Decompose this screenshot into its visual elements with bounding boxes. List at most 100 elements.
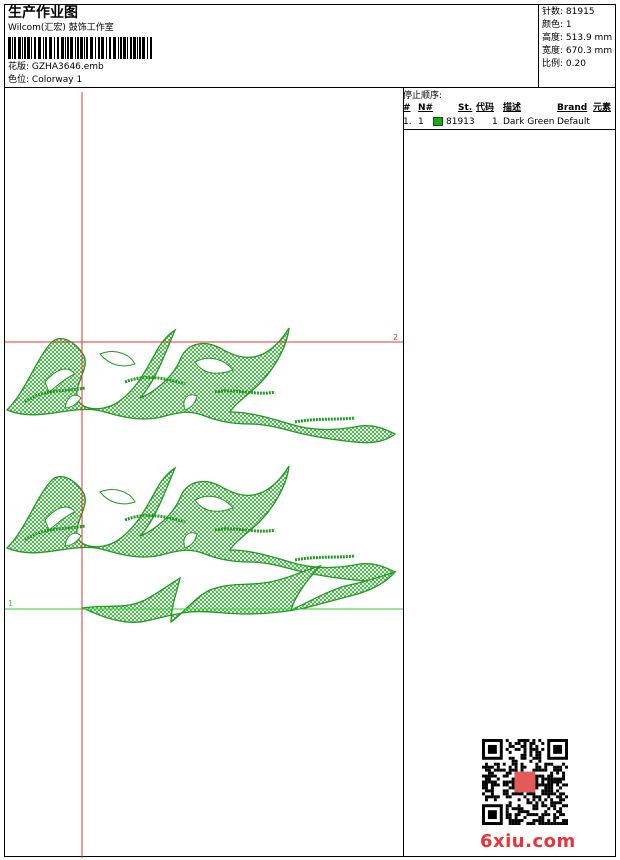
qr-module	[484, 783, 488, 787]
qr-module	[562, 777, 566, 781]
barcode-bar	[49, 37, 52, 59]
qr-module	[544, 786, 548, 790]
qr-module	[541, 792, 545, 796]
qr-module	[547, 783, 551, 787]
qr-module	[517, 813, 521, 817]
qr-module	[535, 801, 539, 805]
qr-module	[511, 807, 515, 811]
qr-module	[553, 780, 557, 784]
qr-module	[490, 780, 494, 784]
qr-module	[547, 792, 551, 796]
qr-module	[490, 771, 494, 775]
qr-module	[547, 762, 551, 766]
qr-module	[535, 747, 539, 751]
qr-module	[514, 768, 518, 772]
qr-module	[517, 810, 521, 814]
pattern-label: 花版:	[8, 62, 30, 72]
qr-module	[544, 789, 548, 793]
qr-module	[544, 810, 548, 814]
qr-module	[508, 795, 512, 799]
qr-module	[517, 741, 521, 745]
qr-module	[482, 765, 485, 769]
qr-module	[505, 789, 509, 793]
qr-module	[565, 795, 568, 799]
qr-module	[535, 819, 539, 823]
qr-module	[547, 807, 551, 811]
qr-module	[487, 777, 491, 781]
qr-module	[529, 750, 533, 754]
qr-module	[482, 786, 485, 790]
qr-module	[553, 777, 557, 781]
qr-module	[538, 739, 542, 742]
qr-module	[535, 765, 539, 769]
qr-module	[538, 750, 542, 754]
qr-module	[553, 819, 557, 823]
qr-module	[487, 771, 491, 775]
qr-module	[544, 813, 548, 817]
qr-module	[493, 783, 497, 787]
row-index: 1.	[403, 117, 412, 127]
qr-module	[556, 780, 560, 784]
qr-module	[562, 819, 566, 823]
qr-module	[508, 756, 512, 760]
barcode-bar	[77, 37, 79, 59]
qr-module	[535, 756, 539, 760]
qr-module	[520, 753, 524, 757]
qr-module	[493, 774, 497, 778]
qr-module	[559, 795, 563, 799]
qr-module	[562, 813, 566, 817]
qr-module	[541, 819, 545, 823]
colorway-row: 色位: Colorway 1	[8, 75, 82, 86]
qr-module	[502, 774, 506, 778]
qr-module	[487, 795, 491, 799]
stop-table-divider	[403, 129, 615, 130]
qr-module	[547, 774, 551, 778]
barcode-bar	[90, 37, 93, 59]
qr-module	[529, 813, 533, 817]
colorway-label: 色位:	[8, 75, 30, 85]
qr-module	[514, 765, 518, 769]
qr-module	[487, 789, 491, 793]
barcode-bar	[57, 37, 59, 59]
qr-module	[482, 792, 485, 796]
qr-module	[511, 783, 515, 787]
qr-module	[514, 762, 518, 766]
qr-module	[499, 768, 503, 772]
barcode-bar	[150, 37, 152, 59]
embroidery-design-preview: 2 1	[5, 92, 403, 858]
site-watermark: 6xiu.com	[480, 831, 576, 852]
qr-module	[517, 792, 521, 796]
barcode-bar	[98, 37, 100, 59]
qr-module	[487, 774, 491, 778]
qr-module	[556, 822, 560, 825]
qr-module	[532, 768, 536, 772]
qr-module	[544, 777, 548, 781]
qr-module	[544, 792, 548, 796]
qr-module	[505, 795, 509, 799]
qr-module	[496, 768, 500, 772]
qr-module	[493, 795, 497, 799]
qr-module	[547, 822, 551, 825]
qr-module	[502, 762, 506, 766]
qr-module	[511, 819, 515, 823]
barcode-bar	[147, 37, 148, 59]
barcode-bar	[137, 37, 138, 59]
end-marker: 2	[393, 333, 398, 342]
qr-module	[550, 822, 554, 825]
qr-module	[562, 798, 566, 802]
qr-module	[556, 768, 560, 772]
qr-module	[508, 801, 512, 805]
qr-module	[532, 804, 536, 808]
qr-module	[544, 762, 548, 766]
qr-module	[523, 741, 527, 745]
qr-module	[517, 739, 521, 742]
qr-module	[556, 795, 560, 799]
qr-module	[502, 792, 506, 796]
qr-module	[484, 768, 488, 772]
qr-module	[541, 780, 545, 784]
row-stitches: 81913	[446, 117, 475, 127]
barcode-bar	[113, 37, 116, 59]
qr-module	[559, 813, 563, 817]
qr-module	[517, 804, 521, 808]
qr-module	[550, 762, 554, 766]
